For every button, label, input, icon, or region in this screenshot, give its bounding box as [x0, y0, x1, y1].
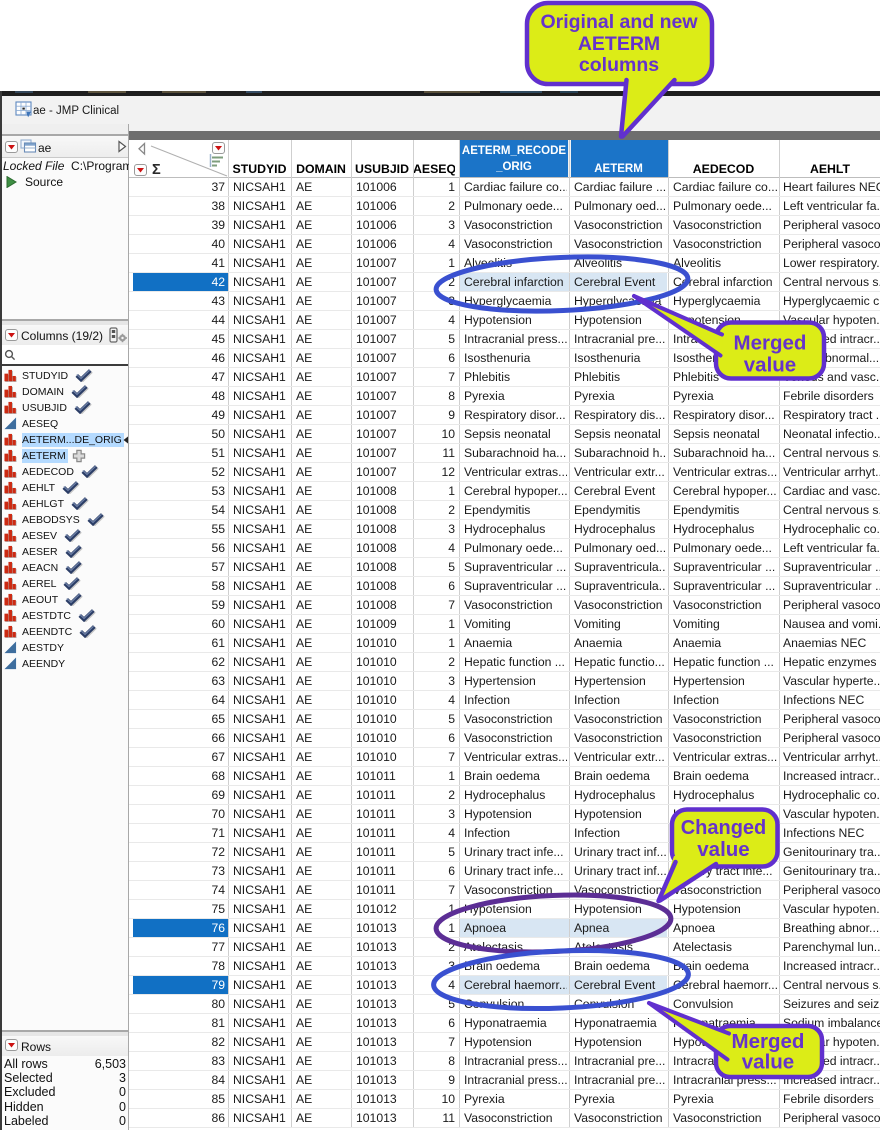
svg-text:Original and new: Original and new — [540, 11, 698, 33]
svg-text:AETERM: AETERM — [578, 33, 660, 55]
svg-text:columns: columns — [579, 54, 659, 76]
svg-text:value: value — [744, 354, 796, 377]
svg-text:Changed: Changed — [681, 817, 767, 839]
svg-text:value: value — [742, 1051, 794, 1074]
svg-text:Merged: Merged — [734, 332, 807, 355]
svg-text:value: value — [697, 838, 749, 861]
